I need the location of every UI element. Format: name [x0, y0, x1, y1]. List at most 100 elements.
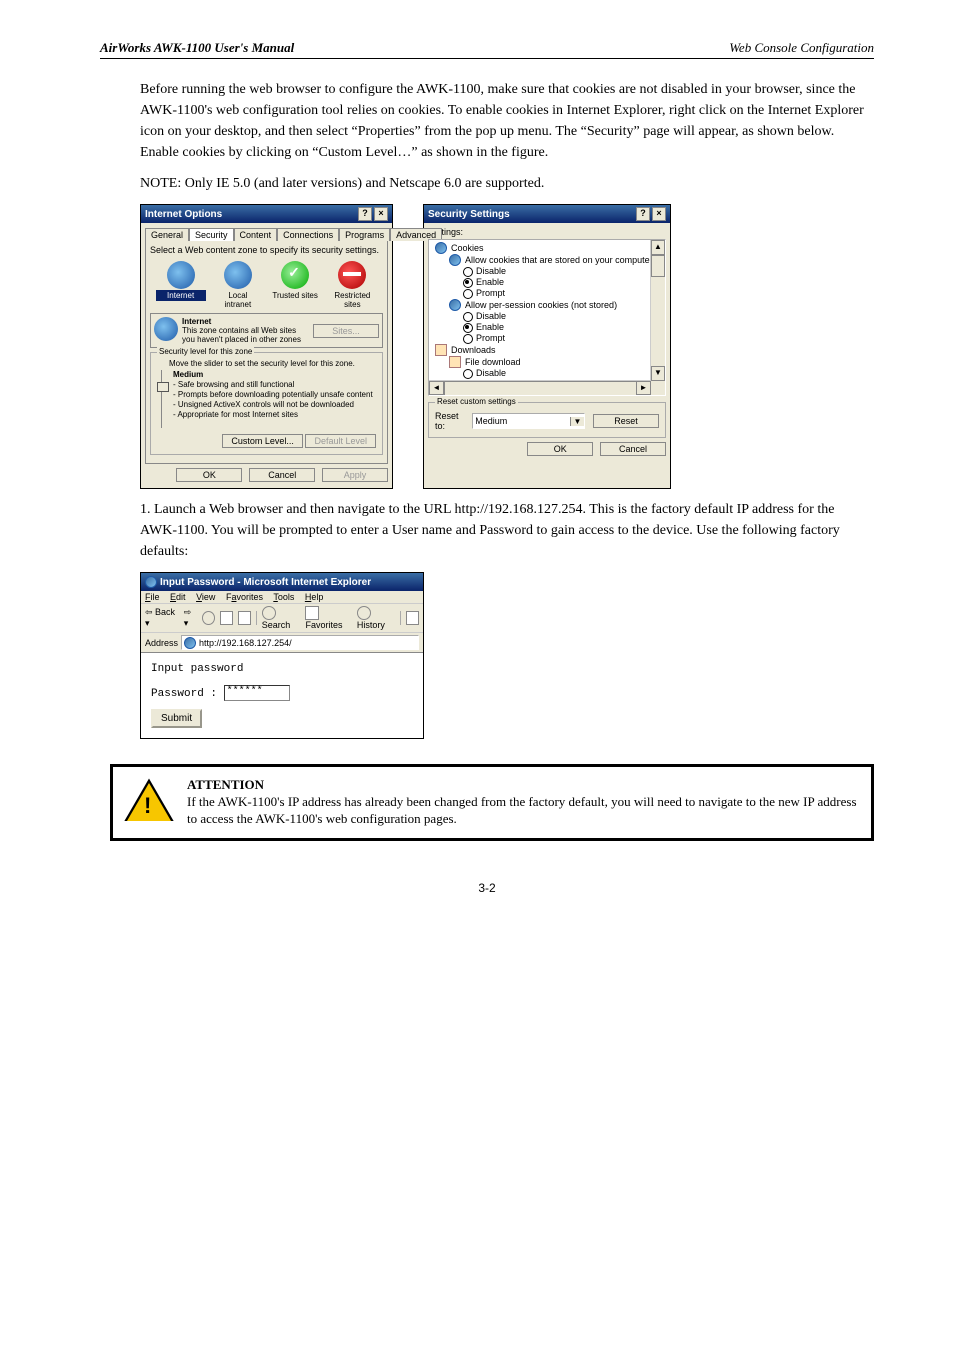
history-icon	[357, 606, 371, 620]
reset-legend: Reset custom settings	[435, 397, 518, 406]
menu-tools[interactable]: Tools	[273, 592, 294, 602]
zone-internet[interactable]: Internet	[157, 261, 205, 309]
globe-icon	[154, 317, 178, 341]
radio-enable[interactable]	[463, 278, 473, 288]
settings-listbox[interactable]: Cookies Allow cookies that are stored on…	[428, 239, 666, 396]
ok-button[interactable]: OK	[527, 442, 593, 456]
ok-button[interactable]: OK	[176, 468, 242, 482]
address-input[interactable]: http://192.168.127.254/	[181, 635, 419, 650]
radio-disable[interactable]	[463, 312, 473, 322]
internet-options-dialog: Internet Options ? × General Security Co…	[140, 204, 393, 489]
check-icon	[281, 261, 309, 289]
back-button[interactable]: ⇦ Back ▾	[145, 607, 179, 629]
zone-trusted[interactable]: Trusted sites	[271, 261, 319, 309]
history-button[interactable]: History	[357, 606, 395, 630]
reset-to-dropdown[interactable]: Medium ▼	[472, 413, 585, 429]
note-paragraph: NOTE: Only IE 5.0 (and later versions) a…	[140, 173, 874, 194]
zone-local-intranet[interactable]: Local intranet	[214, 261, 262, 309]
password-input[interactable]: ******	[224, 685, 290, 701]
menu-bar: File Edit View Favorites Tools Help	[141, 591, 423, 604]
io-tabs: General Security Content Connections Pro…	[145, 227, 388, 240]
refresh-icon[interactable]	[220, 611, 233, 625]
zone-name: Internet	[182, 317, 309, 326]
io-title: Internet Options	[145, 209, 222, 220]
chevron-down-icon[interactable]: ▼	[570, 417, 584, 426]
tab-security[interactable]: Security	[189, 228, 234, 241]
io-subtitle: Select a Web content zone to specify its…	[150, 245, 383, 255]
home-icon[interactable]	[238, 611, 251, 625]
step-1: 1. Launch a Web browser and then navigat…	[140, 499, 874, 562]
scroll-down-icon[interactable]: ▼	[651, 366, 665, 381]
scroll-right-icon[interactable]: ►	[636, 381, 651, 395]
settings-label: Settings:	[428, 227, 666, 237]
security-settings-dialog: Security Settings ? × Settings: Cookies …	[423, 204, 671, 489]
scroll-left-icon[interactable]: ◄	[429, 381, 444, 395]
stop-icon[interactable]	[202, 611, 215, 625]
help-icon[interactable]: ?	[636, 207, 650, 221]
page-heading: Input password	[151, 663, 413, 675]
menu-edit[interactable]: Edit	[170, 592, 186, 602]
forward-button[interactable]: ⇨ ▾	[184, 607, 197, 629]
password-label: Password :	[151, 688, 217, 700]
radio-disable[interactable]	[463, 369, 473, 379]
ie-icon	[449, 254, 461, 266]
attention-label: ATTENTION	[187, 777, 857, 794]
ie-icon	[435, 242, 447, 254]
level-medium: Medium	[173, 370, 373, 380]
close-icon[interactable]: ×	[652, 207, 666, 221]
address-label: Address	[145, 638, 178, 648]
menu-favorites[interactable]: Favorites	[226, 592, 263, 602]
radio-prompt[interactable]	[463, 289, 473, 299]
close-icon[interactable]: ×	[374, 207, 388, 221]
horizontal-scrollbar[interactable]: ◄ ►	[429, 380, 651, 395]
custom-level-button[interactable]: Custom Level...	[222, 434, 303, 448]
sec-level-legend: Security level for this zone	[157, 347, 254, 356]
tab-connections[interactable]: Connections	[277, 228, 339, 241]
doc-title: AirWorks AWK-1100 User's Manual	[100, 40, 294, 56]
star-icon	[305, 606, 319, 620]
warning-icon	[127, 783, 171, 821]
vertical-scrollbar[interactable]: ▲ ▼	[650, 240, 665, 381]
download-icon	[449, 356, 461, 368]
browser-title: Input Password - Microsoft Internet Expl…	[160, 577, 371, 588]
restricted-icon	[338, 261, 366, 289]
tab-general[interactable]: General	[145, 228, 189, 241]
radio-prompt[interactable]	[463, 334, 473, 344]
menu-file[interactable]: File	[145, 592, 160, 602]
zone-desc: This zone contains all Web sites you hav…	[182, 326, 309, 344]
zone-restricted[interactable]: Restricted sites	[328, 261, 376, 309]
default-level-button: Default Level	[305, 434, 376, 448]
intro-paragraph: Before running the web browser to config…	[140, 79, 874, 163]
browser-toolbar: ⇦ Back ▾ ⇨ ▾ Search Favorites History	[141, 604, 423, 633]
search-icon	[262, 606, 276, 620]
tab-content[interactable]: Content	[234, 228, 278, 241]
menu-help[interactable]: Help	[305, 592, 324, 602]
ss-title: Security Settings	[428, 209, 510, 220]
help-icon[interactable]: ?	[358, 207, 372, 221]
radio-enable[interactable]	[463, 323, 473, 333]
download-icon	[435, 344, 447, 356]
slider-instruction: Move the slider to set the security leve…	[169, 359, 376, 368]
doc-section: Web Console Configuration	[729, 40, 874, 56]
ie-icon	[184, 637, 196, 649]
scroll-up-icon[interactable]: ▲	[651, 240, 665, 255]
sites-button: Sites...	[313, 324, 379, 338]
favorites-button[interactable]: Favorites	[305, 606, 351, 630]
reset-button[interactable]: Reset	[593, 414, 659, 428]
reset-to-label: Reset to:	[435, 411, 468, 431]
radio-disable[interactable]	[463, 267, 473, 277]
apply-button: Apply	[322, 468, 388, 482]
ie-icon	[145, 576, 157, 588]
submit-button[interactable]: Submit	[151, 709, 202, 728]
cancel-button[interactable]: Cancel	[600, 442, 666, 456]
menu-view[interactable]: View	[196, 592, 215, 602]
cancel-button[interactable]: Cancel	[249, 468, 315, 482]
security-slider[interactable]	[157, 370, 167, 428]
mail-icon[interactable]	[406, 611, 419, 625]
intranet-icon	[224, 261, 252, 289]
ie-browser-window: Input Password - Microsoft Internet Expl…	[140, 572, 424, 739]
page-number: 3-2	[100, 881, 874, 895]
globe-icon	[167, 261, 195, 289]
tab-programs[interactable]: Programs	[339, 228, 390, 241]
search-button[interactable]: Search	[262, 606, 301, 630]
